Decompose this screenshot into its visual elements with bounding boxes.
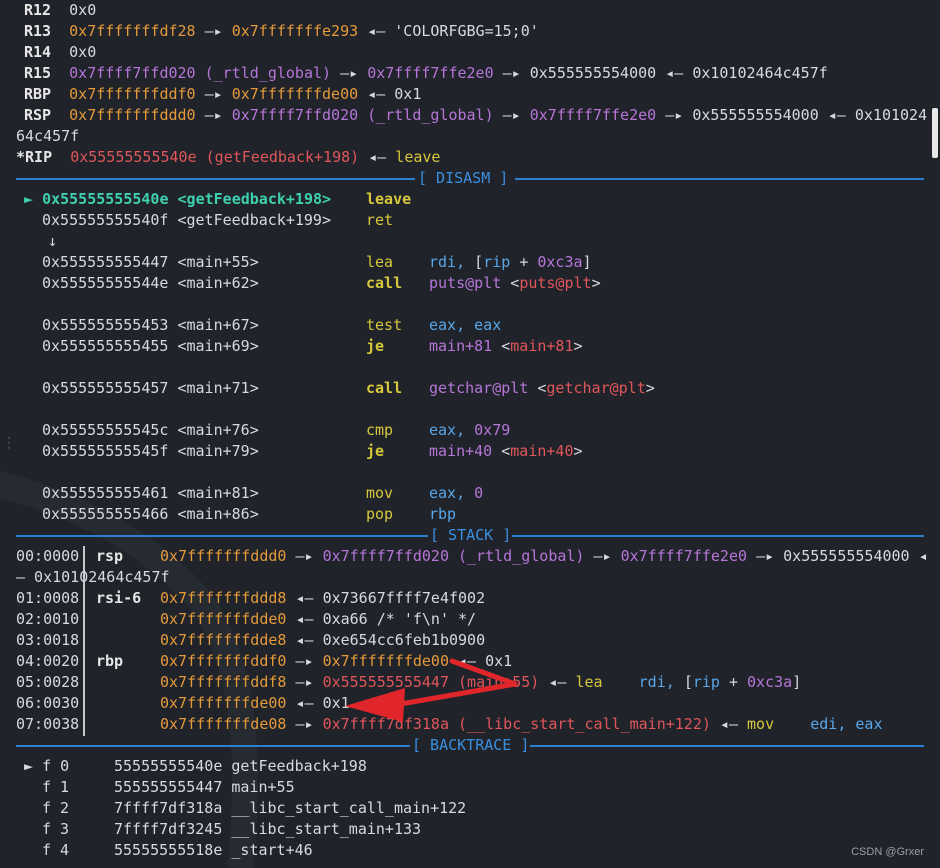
annotation-arrow-icon (345, 658, 518, 722)
scrollbar-thumb[interactable] (932, 108, 938, 158)
watermark: CSDN @Grxer (851, 846, 924, 858)
pane-resize-handle[interactable]: · · · (6, 434, 12, 454)
terminal-window: R12 0x0 R13 0x7fffffffdf28 —▸ 0x7fffffff… (0, 0, 940, 868)
